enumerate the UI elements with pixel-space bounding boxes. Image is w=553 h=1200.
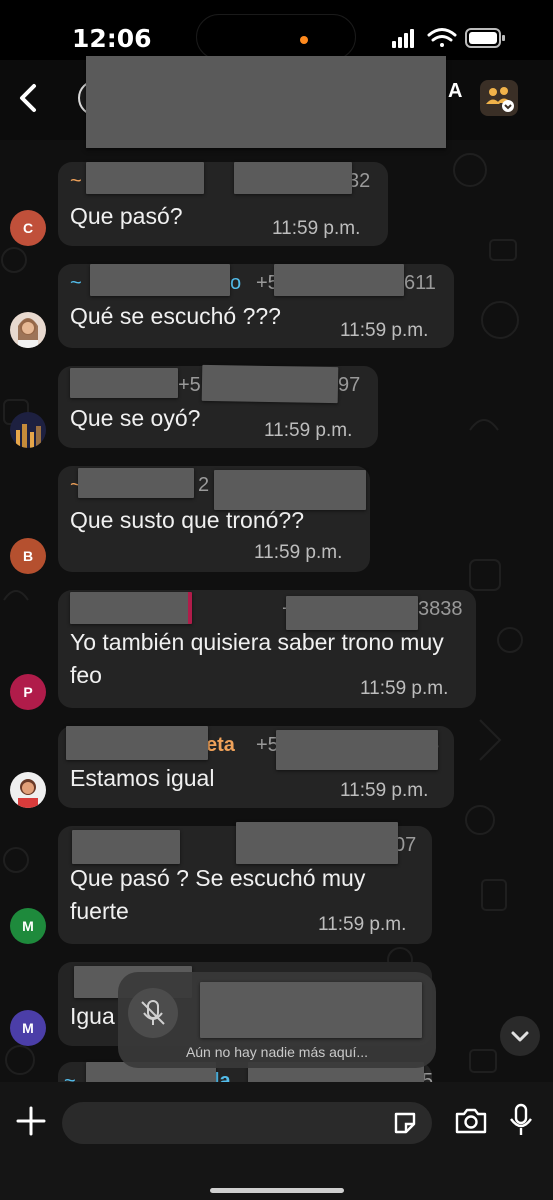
sender-name: ~	[70, 170, 82, 192]
community-icon	[486, 87, 514, 112]
sender-phone-end: 97	[338, 374, 361, 396]
avatar[interactable]	[10, 412, 46, 448]
sender-name: ~	[70, 272, 82, 294]
community-button[interactable]	[480, 80, 518, 116]
redacted-sender	[70, 368, 178, 398]
mic-off-icon	[141, 1000, 165, 1025]
sender-phone-end: 611	[404, 272, 436, 294]
status-time: 12:06	[72, 24, 152, 53]
message-text: Que se oyó?	[70, 405, 201, 431]
message-text: Estamos igual	[70, 765, 215, 791]
dynamic-island	[196, 14, 356, 60]
chat-header: A	[0, 56, 553, 148]
home-indicator	[210, 1188, 344, 1193]
avatar[interactable]: C	[10, 210, 46, 246]
group-title-suffix[interactable]: A	[448, 80, 462, 103]
message-time: 11:59 p.m.	[318, 914, 407, 935]
redacted-phone	[286, 596, 418, 630]
status-icons	[392, 28, 505, 48]
redacted-phone	[201, 364, 339, 404]
sender-phone: +5	[178, 374, 201, 396]
back-icon[interactable]	[12, 78, 48, 118]
privacy-indicator-dot	[300, 36, 308, 44]
avatar[interactable]	[10, 772, 46, 808]
redacted-sender	[70, 592, 192, 624]
message-time: 11:59 p.m.	[264, 420, 353, 441]
message-composer	[0, 1082, 553, 1200]
camera-icon[interactable]	[454, 1106, 488, 1136]
redacted-sender	[72, 830, 180, 864]
message-time: 11:59 p.m.	[340, 320, 429, 341]
message-input[interactable]	[62, 1102, 432, 1144]
profile-photo	[10, 412, 46, 448]
profile-photo	[10, 772, 46, 808]
redacted-sender	[78, 468, 194, 498]
redacted-sender	[66, 726, 208, 760]
message-text: Qué se escuchó ???	[70, 303, 281, 329]
signal-icon	[392, 29, 414, 48]
sender-phone: 2	[198, 474, 210, 496]
battery-icon	[465, 28, 505, 48]
message-time: 11:59 p.m.	[272, 218, 361, 239]
scroll-to-bottom-button[interactable]	[500, 1016, 540, 1056]
message-text: Que pasó?	[70, 203, 183, 229]
avatar[interactable]	[10, 312, 46, 348]
mic-icon[interactable]	[508, 1102, 534, 1138]
redacted-phone	[276, 730, 438, 770]
wifi-icon	[427, 28, 457, 47]
avatar[interactable]: M	[10, 1010, 46, 1046]
chevron-down-icon	[511, 1031, 529, 1042]
message-time: 11:59 p.m.	[360, 678, 449, 699]
sender-name-tail: eta	[206, 734, 235, 756]
voice-chat-panel[interactable]: Aún no hay nadie más aquí...	[118, 972, 436, 1068]
avatar[interactable]: M	[10, 908, 46, 944]
message-text: Igua	[70, 1003, 115, 1029]
redacted-sender	[86, 162, 204, 194]
redacted-sender	[90, 264, 230, 296]
avatar[interactable]: P	[10, 674, 46, 710]
sender-phone-end: 3838	[418, 598, 463, 620]
redacted-phone	[274, 264, 404, 296]
sender-name-tail: o	[230, 272, 242, 294]
message-time: 11:59 p.m.	[254, 542, 343, 563]
message-time: 11:59 p.m.	[340, 780, 429, 801]
redacted-group-name	[86, 56, 446, 148]
sticker-icon[interactable]	[392, 1110, 418, 1136]
avatar[interactable]: B	[10, 538, 46, 574]
redacted-phone	[236, 822, 398, 864]
mute-button[interactable]	[128, 988, 178, 1038]
redacted-participants	[200, 982, 422, 1038]
profile-photo	[10, 312, 46, 348]
redacted-phone	[234, 162, 352, 194]
voice-chat-status: Aún no hay nadie más aquí...	[185, 1044, 369, 1060]
redacted-phone	[214, 470, 366, 510]
plus-icon[interactable]	[14, 1104, 48, 1138]
